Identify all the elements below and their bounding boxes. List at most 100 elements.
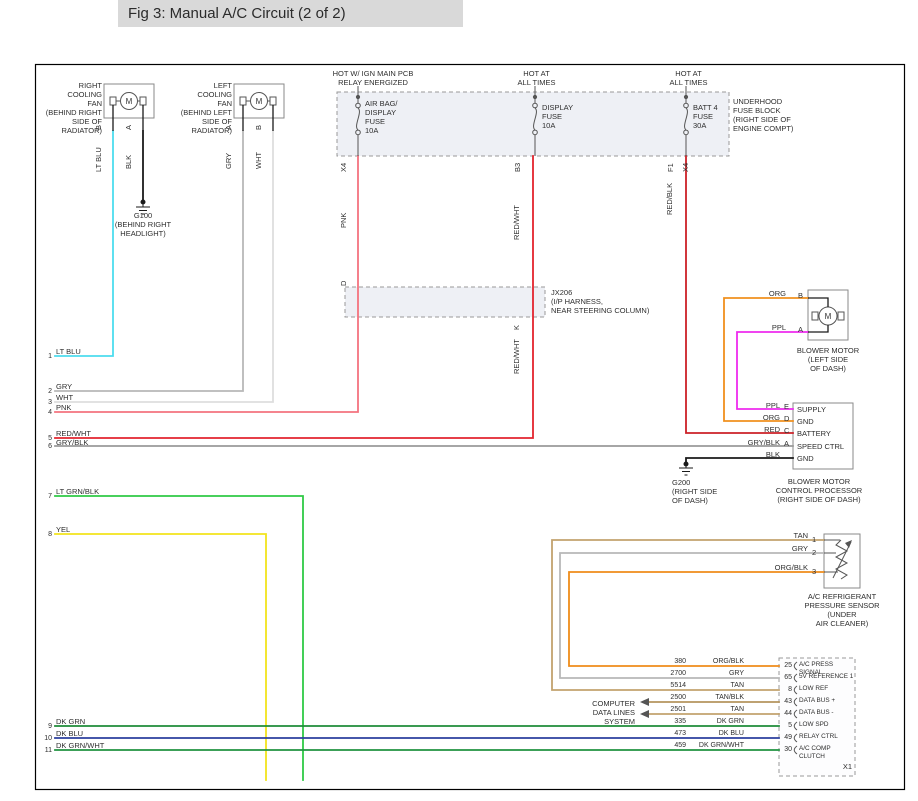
left-fan-pin-a: A [224,125,233,130]
jx206-pin-k: K [512,325,521,330]
circuit-color: TAN [692,681,744,690]
left-row-number: 6 [40,442,52,451]
wire-label-wht: WHT [254,152,263,169]
left-row-label: DK GRN/WHT [56,741,104,750]
wire-lt-blu [55,131,113,356]
fuse1-label: AIR BAG/ DISPLAY FUSE 10A [365,99,407,135]
connector-pin: 43 [780,697,792,706]
arrow-left-icon [640,710,649,718]
circuit-number: 335 [658,717,686,726]
left-row-label: WHT [56,393,73,402]
right-fan-pin-a: A [124,125,133,130]
left-row-label: LT BLU [56,347,81,356]
connector-row-label: DATA BUS + [799,697,855,705]
fuse-block-pin-x4b: X4 [681,163,690,172]
sensor-pin-1: 1 [812,535,822,544]
wire-label-red-wht: RED/WHT [512,205,521,240]
left-fan-pin-b: B [254,125,263,130]
circuit-number: 459 [658,741,686,750]
left-row-number: 4 [40,408,52,417]
left-row-number: 11 [40,746,52,755]
circuit-color: DK GRN [692,717,744,726]
computer-data-lines-label: COMPUTER DATA LINES SYSTEM [579,699,635,726]
processor-wire-org: ORG [748,413,780,422]
connector-pin: 8 [780,685,792,694]
circuit-color: ORG/BLK [692,657,744,666]
processor-row-gnd: GND [797,417,851,426]
processor-label: BLOWER MOTOR CONTROL PROCESSOR (RIGHT SI… [768,477,870,504]
processor-wire-ppl: PPL [748,401,780,410]
wire-label-pnk: PNK [339,213,348,228]
sensor-wire-org-blk: ORG/BLK [760,563,808,572]
processor-pin-e: E [784,402,792,411]
wire-label-gry: GRY [224,153,233,169]
ground-g200-label: G200 (RIGHT SIDE OF DASH) [672,478,728,505]
processor-wire-blk: BLK [748,450,780,459]
wire-label-blk: BLK [124,155,133,169]
jx206-connector-box [345,287,545,317]
left-row-label: RED/WHT [56,429,91,438]
wire-wht [55,131,273,402]
circuit-number: 2500 [658,693,686,702]
sensor-wire-gry: GRY [780,544,808,553]
wire-label-ppl: PPL [752,323,786,332]
feed-hot-at-all-times-label: HOT AT ALL TIMES [509,69,564,87]
left-row-label: DK BLU [56,729,83,738]
circuit-number: 2700 [658,669,686,678]
pressure-sensor-label: A/C REFRIGERANT PRESSURE SENSOR (UNDER A… [788,592,896,628]
feed-hot-ign-label: HOT W/ IGN MAIN PCB RELAY ENERGIZED [315,69,431,87]
fuse-block-pin-b3: B3 [513,163,522,172]
connector-row-label: LOW SPD [799,721,855,729]
connector-row-label: DATA BUS - [799,709,855,717]
blower-pin-a: A [798,325,806,334]
figure-title: Fig 3: Manual A/C Circuit (2 of 2) [128,5,346,22]
right-fan-label: RIGHT COOLING FAN (BEHIND RIGHT SIDE OF … [42,81,102,135]
circuit-color: DK BLU [692,729,744,738]
connector-row-label: 5V REFERENCE 1 [799,673,855,681]
processor-row-supply: SUPPLY [797,405,851,414]
wire-gry [55,131,243,391]
motor-letter: M [825,312,832,321]
left-row-label: PNK [56,403,71,412]
jx206-pin-d: D [339,281,348,286]
wire-label-red-wht-2: RED/WHT [512,339,521,374]
wire-label-lt-blu: LT BLU [94,147,103,172]
circuit-color: TAN [692,705,744,714]
left-row-label: GRY/BLK [56,438,88,447]
left-row-label: GRY [56,382,72,391]
feed-hot-at-all-times-label-2: HOT AT ALL TIMES [661,69,716,87]
processor-row-gnd2: GND [797,454,851,463]
processor-row-speed-ctrl: SPEED CTRL [797,442,851,451]
sensor-wire-tan: TAN [780,531,808,540]
connector-pin: 65 [780,673,792,682]
connector-row-label: RELAY CTRL [799,733,855,741]
ground-g200-icon [679,462,693,475]
connector-x1-id: X1 [834,762,852,771]
left-row-label: YEL [56,525,70,534]
circuit-color: TAN/BLK [692,693,744,702]
processor-pin-c: C [784,426,792,435]
fuse-block-pin-f1: F1 [666,163,675,172]
fuse2-label: DISPLAY FUSE 10A [542,103,582,130]
left-row-number: 2 [40,387,52,396]
circuit-color: DK GRN/WHT [692,741,744,750]
databus-arrows [640,698,649,718]
underhood-fuse-block-label: UNDERHOOD FUSE BLOCK (RIGHT SIDE OF ENGI… [733,97,797,133]
connector-row-label: LOW REF [799,685,855,693]
processor-row-battery: BATTERY [797,429,851,438]
left-row-number: 3 [40,398,52,407]
sensor-pin-2: 2 [812,548,822,557]
circuit-number: 2501 [658,705,686,714]
circuit-color: GRY [692,669,744,678]
connector-pin: 5 [780,721,792,730]
processor-wire-gry-blk: GRY/BLK [742,438,780,447]
circuit-number: 473 [658,729,686,738]
motor-letter: M [126,97,133,106]
wire-org-blk-sensor [569,572,824,666]
connector-pin: 25 [780,661,792,670]
processor-pin-d: D [784,414,792,423]
blower-pin-b: B [798,291,806,300]
wiring-diagram-page: Fig 3: Manual A/C Circuit (2 of 2) [0,0,918,801]
arrow-left-icon [640,698,649,706]
fuse3-label: BATT 4 FUSE 30A [693,103,733,130]
